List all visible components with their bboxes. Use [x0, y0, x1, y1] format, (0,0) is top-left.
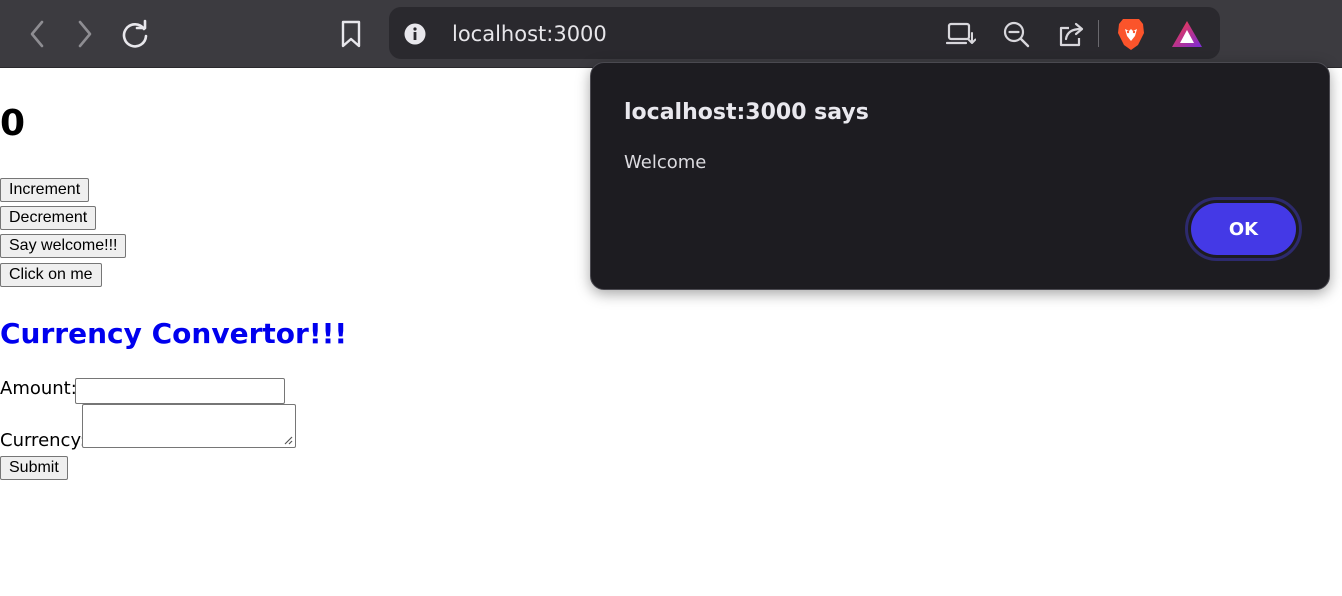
- bookmark-icon[interactable]: [336, 17, 366, 51]
- alert-message: Welcome: [624, 152, 707, 173]
- converter-heading: Currency Convertor!!!: [0, 317, 348, 350]
- alert-title: localhost:3000 says: [624, 100, 869, 125]
- submit-button[interactable]: Submit: [0, 456, 68, 480]
- info-icon[interactable]: [403, 22, 427, 46]
- brave-rewards-icon[interactable]: [1170, 18, 1204, 50]
- share-icon[interactable]: [1055, 18, 1087, 50]
- say-welcome-button[interactable]: Say welcome!!!: [0, 234, 127, 258]
- omnibox-separator: [1098, 20, 1099, 47]
- amount-label: Amount:: [0, 378, 77, 399]
- ok-button[interactable]: OK: [1191, 203, 1296, 255]
- install-app-icon[interactable]: [944, 19, 978, 49]
- zoom-out-icon[interactable]: [1000, 18, 1032, 50]
- browser-toolbar: localhost:3000: [0, 0, 1342, 68]
- brave-lion-icon[interactable]: [1114, 16, 1148, 52]
- alert-dialog: localhost:3000 says Welcome OK: [590, 62, 1330, 290]
- resize-grip-icon[interactable]: [283, 435, 293, 445]
- click-on-me-button[interactable]: Click on me: [0, 263, 102, 287]
- reload-icon[interactable]: [118, 16, 152, 52]
- back-arrow-icon[interactable]: [22, 18, 52, 50]
- amount-input[interactable]: [75, 378, 285, 404]
- counter-value: 0: [0, 103, 26, 144]
- url-text[interactable]: localhost:3000: [452, 20, 607, 48]
- increment-button[interactable]: Increment: [0, 178, 90, 202]
- currency-textarea[interactable]: [82, 404, 296, 448]
- forward-arrow-icon[interactable]: [70, 18, 100, 50]
- currency-label: Currency:: [0, 430, 86, 451]
- decrement-button[interactable]: Decrement: [0, 206, 97, 230]
